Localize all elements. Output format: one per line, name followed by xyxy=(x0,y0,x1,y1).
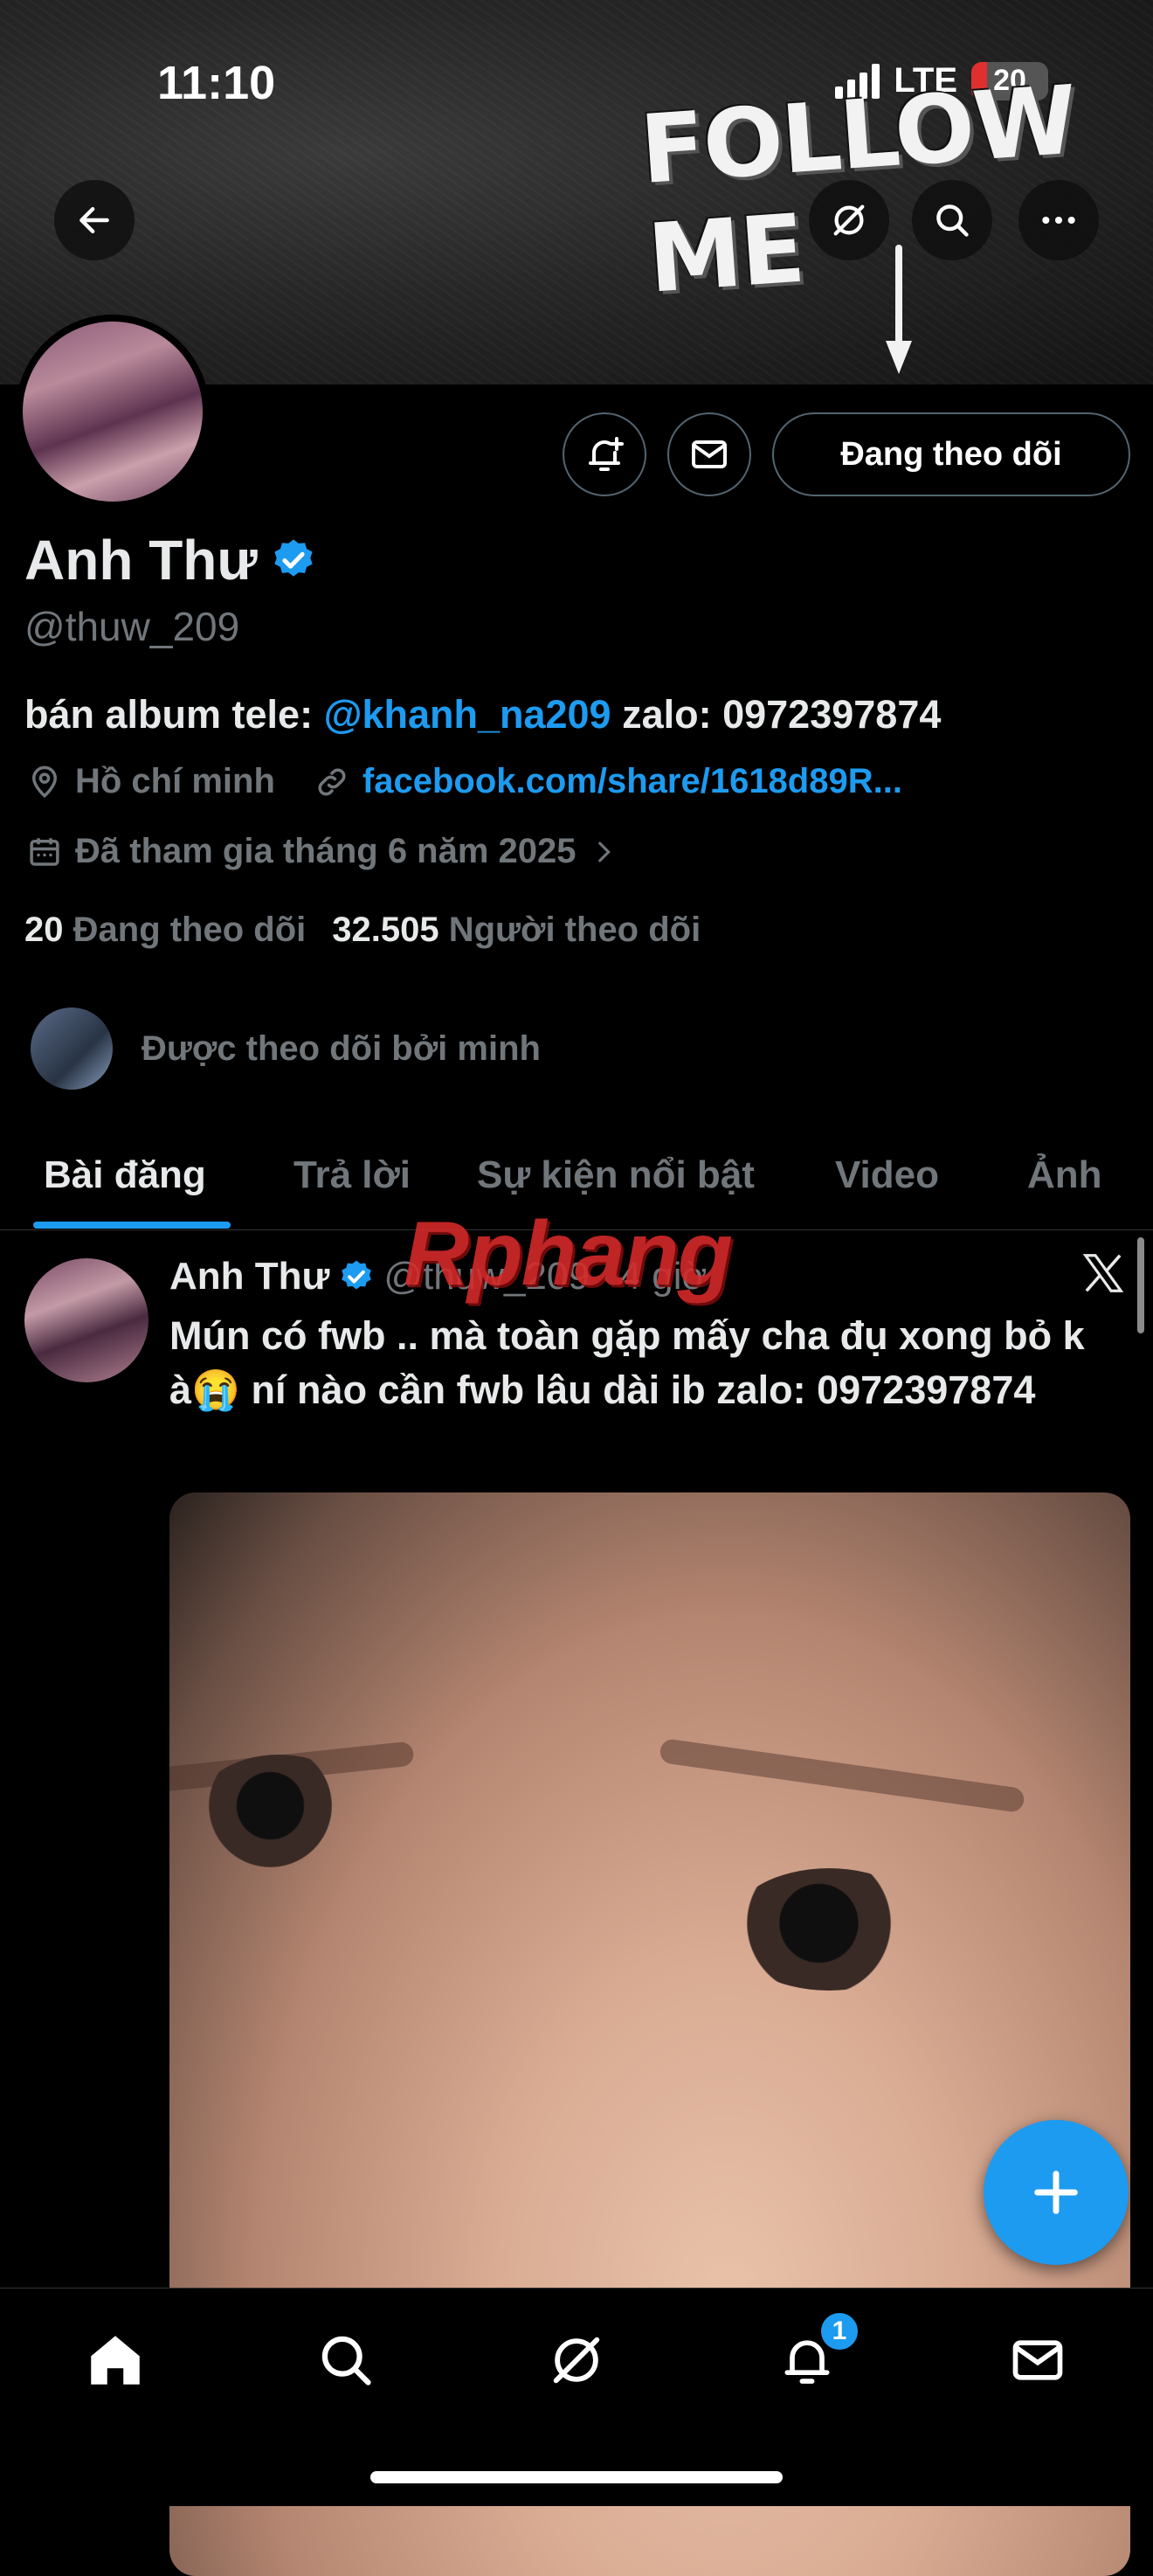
profile-bio: bán album tele: @khanh_na209 zalo: 09723… xyxy=(24,692,941,737)
post-author-name[interactable]: Anh Thư xyxy=(169,1255,329,1298)
profile-meta-row: Hồ chí minh facebook.com/share/1618d89R.… xyxy=(26,762,941,801)
watermark-text: Rphang xyxy=(404,1203,733,1305)
location-text: Hồ chí minh xyxy=(75,762,275,800)
home-indicator xyxy=(370,2471,783,2483)
verified-badge-icon[interactable] xyxy=(270,537,317,584)
image-detail xyxy=(659,1737,1025,1814)
nav-home[interactable] xyxy=(79,2323,152,2397)
grok-icon xyxy=(553,2337,600,2384)
active-tab-indicator xyxy=(33,1222,231,1229)
followers-count[interactable]: 32.505 Người theo dõi xyxy=(332,911,701,950)
tab-highlights[interactable]: Sự kiện nổi bật xyxy=(477,1153,755,1197)
following-button[interactable]: Đang theo dõi xyxy=(772,412,1130,496)
messages-icon xyxy=(1012,2340,1063,2380)
profile-location: Hồ chí minh xyxy=(26,762,275,801)
website-link[interactable]: facebook.com/share/1618d89R... xyxy=(362,762,902,801)
status-time: 11:10 xyxy=(157,57,276,109)
grok-icon xyxy=(833,204,865,236)
profile-name-row: Anh Thư xyxy=(24,528,317,592)
envelope-icon xyxy=(692,440,727,468)
tab-posts[interactable]: Bài đăng xyxy=(44,1153,206,1197)
following-count-label: Đang theo dõi xyxy=(72,911,307,949)
verified-badge-icon xyxy=(342,1260,372,1290)
profile-avatar-image xyxy=(23,322,203,502)
profile-avatar[interactable] xyxy=(16,315,210,509)
nav-messages[interactable] xyxy=(1001,2323,1074,2397)
following-count[interactable]: 20 Đang theo dõi xyxy=(24,911,306,950)
more-button[interactable] xyxy=(1018,180,1099,260)
home-icon xyxy=(91,2336,140,2385)
followers-count-number: 32.505 xyxy=(332,911,439,949)
profile-joined-row[interactable]: Đã tham gia tháng 6 năm 2025 xyxy=(26,832,657,871)
mutual-follower-avatar xyxy=(28,1005,115,1092)
following-count-number: 20 xyxy=(24,911,64,949)
profile-joined[interactable]: Đã tham gia tháng 6 năm 2025 xyxy=(26,832,618,871)
plus-icon xyxy=(1034,2171,1078,2214)
nav-grok[interactable] xyxy=(540,2323,613,2397)
arrow-left-icon xyxy=(79,206,109,234)
bio-text-suffix: zalo: 0972397874 xyxy=(611,692,942,737)
follow-counts: 20 Đang theo dõi 32.505 Người theo dõi xyxy=(24,911,701,950)
scroll-indicator[interactable] xyxy=(1137,1237,1144,1333)
tab-photos[interactable]: Ảnh xyxy=(1027,1153,1102,1197)
profile-handle: @thuw_209 xyxy=(24,604,240,649)
followed-by-text: Được theo dõi bởi minh xyxy=(142,1028,541,1068)
back-button[interactable] xyxy=(54,180,135,260)
arrow-down-icon xyxy=(886,245,912,374)
grok-button[interactable] xyxy=(809,180,889,260)
tab-videos[interactable]: Video xyxy=(835,1153,939,1197)
search-button[interactable] xyxy=(912,180,992,260)
search-icon xyxy=(936,204,969,237)
nav-search[interactable] xyxy=(309,2323,383,2397)
message-button[interactable] xyxy=(667,412,751,496)
calendar-icon xyxy=(30,837,59,866)
profile-website[interactable]: facebook.com/share/1618d89R... xyxy=(314,762,902,801)
profile-name: Anh Thư xyxy=(24,529,258,592)
followers-count-label: Người theo dõi xyxy=(448,911,701,949)
post-text: Mún có fwb .. mà toàn gặp mấy cha đụ xon… xyxy=(169,1313,1085,1412)
tab-replies[interactable]: Trả lời xyxy=(293,1153,411,1197)
bio-text-prefix: bán album tele: xyxy=(24,692,324,737)
x-logo-icon[interactable] xyxy=(1080,1250,1127,1297)
more-icon xyxy=(1042,216,1075,225)
followed-by-row[interactable]: Được theo dõi bởi minh xyxy=(28,1005,541,1092)
image-detail xyxy=(196,1755,362,1868)
notification-badge: 1 xyxy=(818,2309,861,2353)
link-icon xyxy=(318,767,346,796)
joined-text: Đã tham gia tháng 6 năm 2025 xyxy=(75,832,576,870)
post-author-avatar[interactable] xyxy=(24,1258,148,1382)
search-icon xyxy=(321,2336,371,2386)
notifications-toggle-button[interactable] xyxy=(563,412,646,496)
location-pin-icon xyxy=(31,765,58,798)
chevron-right-icon xyxy=(597,841,611,862)
compose-button[interactable] xyxy=(984,2120,1129,2265)
image-detail xyxy=(728,1868,929,1991)
bio-mention-link[interactable]: @khanh_na209 xyxy=(324,692,611,737)
bell-plus-icon xyxy=(589,437,624,471)
